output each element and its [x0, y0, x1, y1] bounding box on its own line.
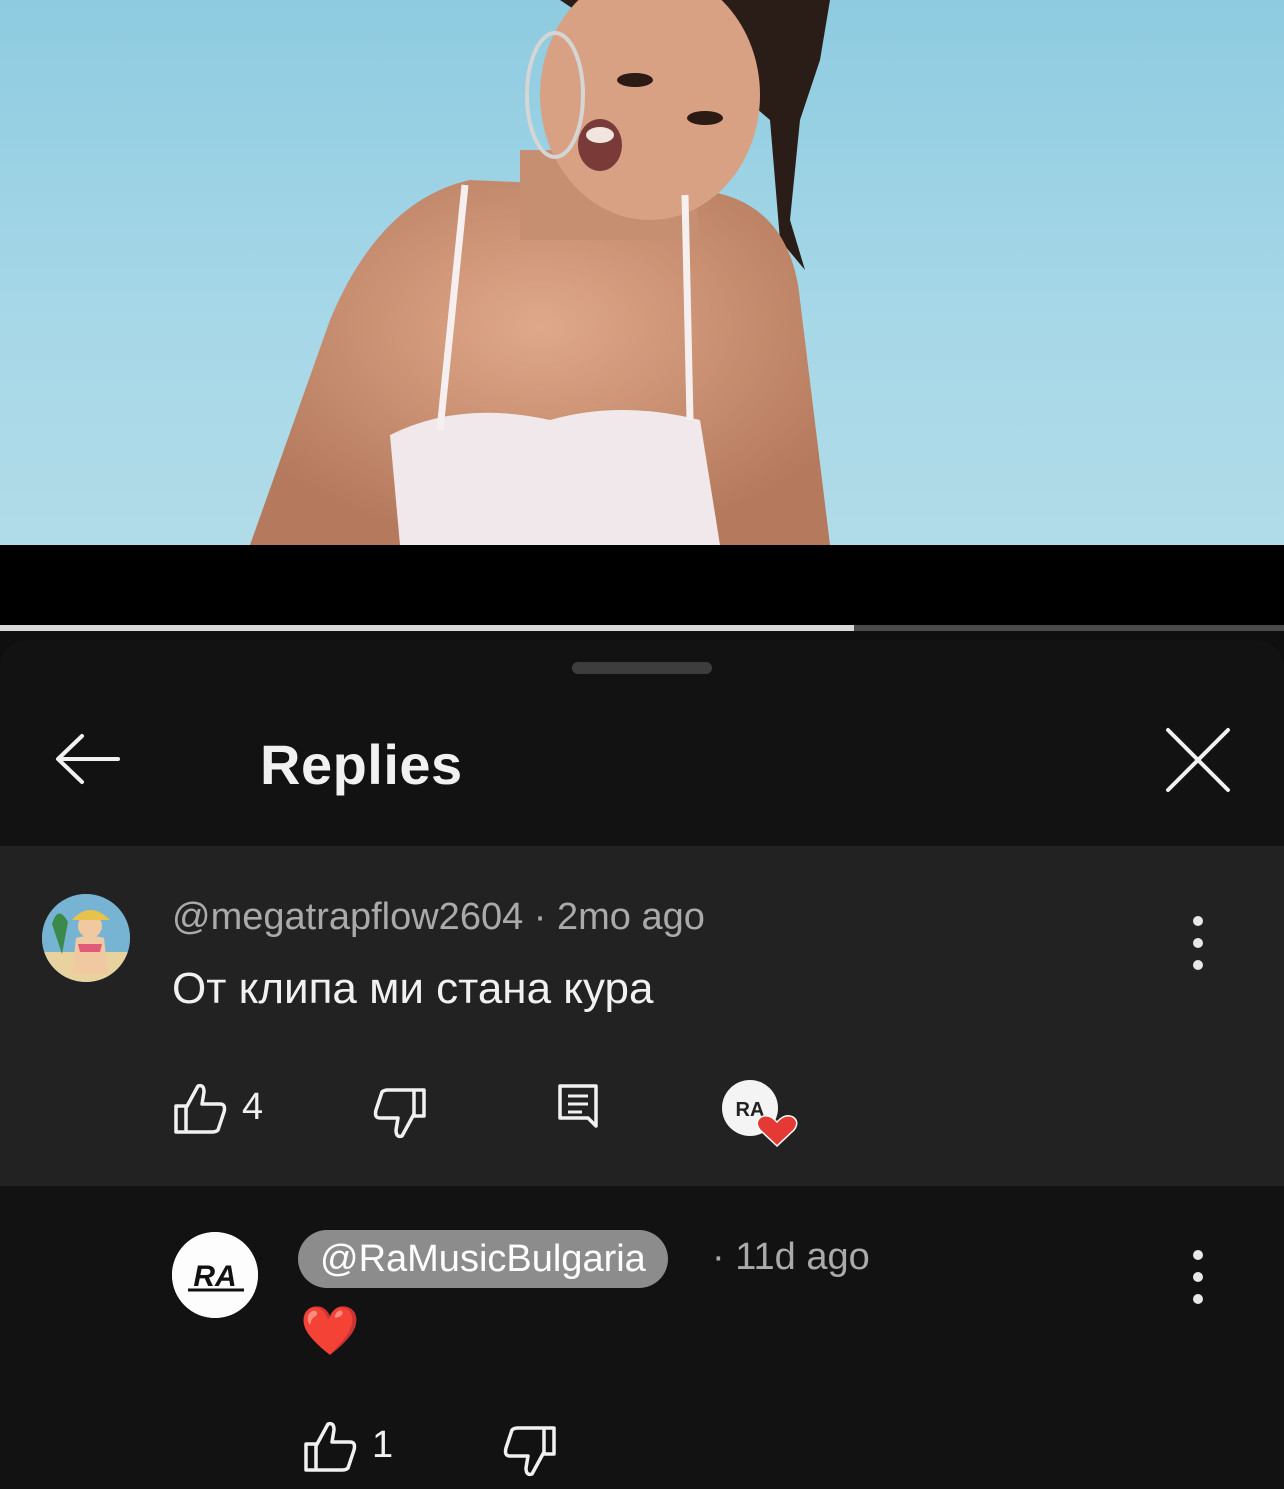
- comment-meta: @megatrapflow2604 · 2mo ago: [172, 896, 705, 939]
- reply-like-button[interactable]: [300, 1420, 360, 1476]
- video-frame-image: [250, 0, 830, 545]
- kebab-dot: [1193, 1272, 1203, 1282]
- kebab-dot: [1193, 1250, 1203, 1260]
- kebab-dot: [1193, 960, 1203, 970]
- comment-text: От клипа ми стана кура: [172, 964, 654, 1013]
- drag-handle[interactable]: [572, 662, 712, 674]
- reply-like-count: 1: [372, 1424, 394, 1466]
- reply-meta: · 11d ago: [712, 1236, 870, 1279]
- thumbs-up-icon: [174, 1083, 227, 1134]
- meta-separator: ·: [712, 1236, 725, 1278]
- like-count: 4: [242, 1086, 264, 1128]
- channel-avatar-image: RA: [172, 1232, 258, 1318]
- channel-initials: RA: [193, 1260, 236, 1293]
- kebab-dot: [1193, 938, 1203, 948]
- back-button[interactable]: [48, 724, 128, 794]
- dislike-button[interactable]: [370, 1084, 430, 1140]
- user-avatar-image: [42, 894, 130, 982]
- video-frame[interactable]: [0, 0, 1284, 545]
- close-button[interactable]: [1160, 726, 1240, 796]
- reply-author: @RaMusicBulgaria: [320, 1238, 646, 1280]
- like-button[interactable]: [170, 1082, 230, 1138]
- avatar[interactable]: [42, 894, 130, 982]
- reply-text: ❤️: [300, 1305, 360, 1358]
- comment-author[interactable]: @megatrapflow2604: [172, 896, 523, 938]
- video-progress-bar[interactable]: [0, 625, 1284, 631]
- creator-heart-icon: RA: [722, 1080, 798, 1148]
- video-progress-fill: [0, 625, 854, 631]
- reply-more-button[interactable]: [1178, 1242, 1218, 1312]
- page-title: Replies: [260, 733, 463, 796]
- video-letterbox: [0, 545, 1284, 625]
- thumbs-up-icon: [304, 1421, 357, 1472]
- comment-more-button[interactable]: [1178, 908, 1218, 978]
- creator-heart-badge: RA: [720, 1078, 800, 1150]
- comment-time: 2mo ago: [557, 896, 705, 938]
- reply-author-badge[interactable]: @RaMusicBulgaria: [298, 1230, 668, 1288]
- thumbs-down-icon: [503, 1426, 556, 1477]
- thumbs-down-icon: [373, 1088, 426, 1139]
- close-icon: [1166, 728, 1230, 792]
- comment-icon: [558, 1084, 598, 1128]
- reply-time: 11d ago: [735, 1236, 870, 1278]
- meta-separator: ·: [533, 896, 547, 938]
- kebab-dot: [1193, 1294, 1203, 1304]
- replies-sheet: Replies @megatrapflow2604 · 2mo ago От к…: [0, 640, 1284, 1489]
- arrow-left-icon: [56, 734, 120, 784]
- reply-dislike-button[interactable]: [500, 1422, 560, 1478]
- avatar[interactable]: RA: [172, 1232, 258, 1318]
- reply-button[interactable]: [556, 1082, 602, 1132]
- parent-comment: @megatrapflow2604 · 2mo ago От клипа ми …: [0, 846, 1284, 1186]
- kebab-dot: [1193, 916, 1203, 926]
